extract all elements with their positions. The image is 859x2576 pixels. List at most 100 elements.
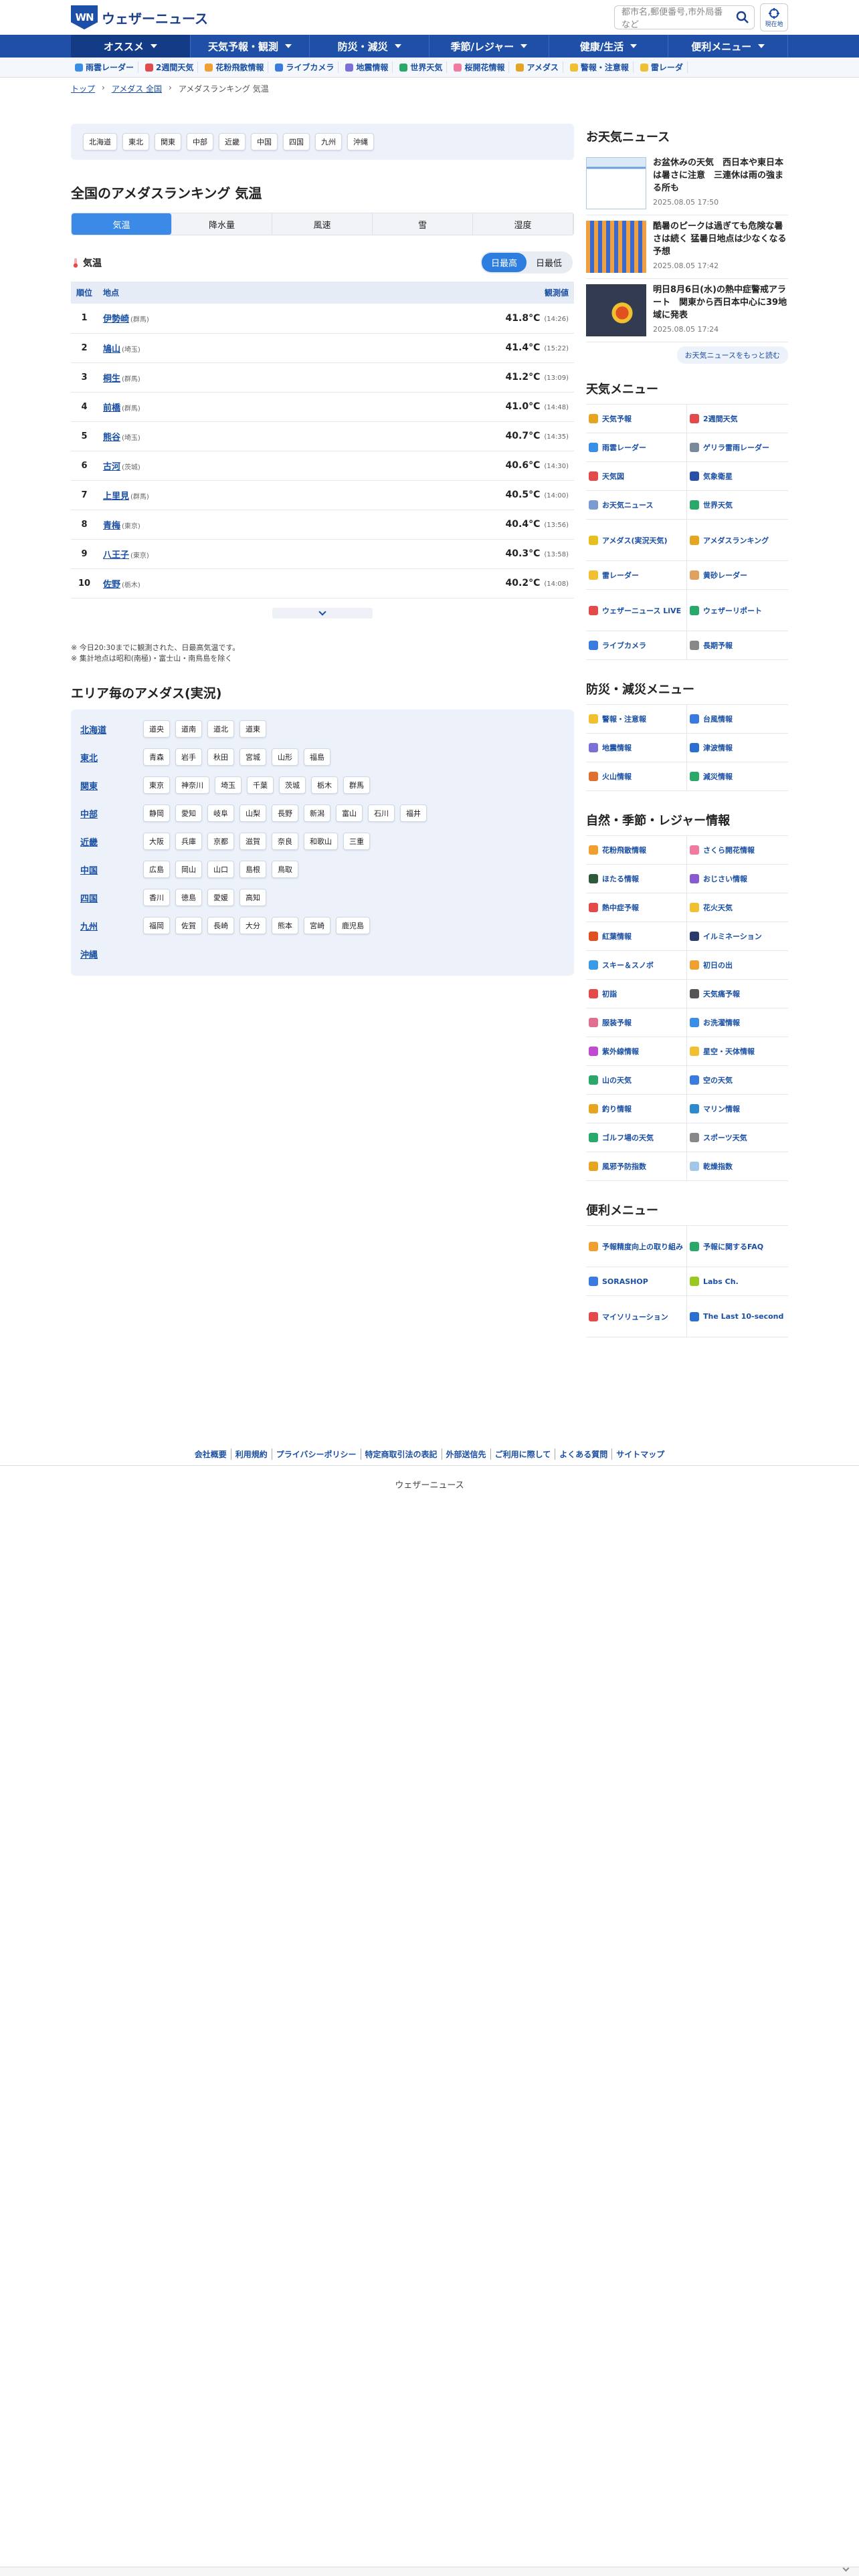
search-icon[interactable]: [733, 8, 752, 27]
menu-item[interactable]: 雨雲レーダー: [586, 433, 687, 462]
menu-item[interactable]: お天気ニュース: [586, 491, 687, 520]
prefecture-chip[interactable]: 道央: [143, 720, 170, 738]
region-chip[interactable]: 中部: [187, 133, 213, 150]
prefecture-chip[interactable]: 宮城: [240, 748, 266, 766]
prefecture-chip[interactable]: 新潟: [304, 804, 330, 822]
footer-link[interactable]: 利用規約: [231, 1448, 272, 1460]
prefecture-chip[interactable]: 神奈川: [175, 776, 209, 794]
menu-item[interactable]: お洗濯情報: [687, 1008, 788, 1037]
prefecture-chip[interactable]: 岡山: [175, 860, 202, 878]
prefecture-chip[interactable]: 三重: [343, 832, 370, 850]
prefecture-chip[interactable]: 岐阜: [207, 804, 234, 822]
prefecture-chip[interactable]: 大阪: [143, 832, 170, 850]
area-name[interactable]: 北海道: [80, 720, 143, 736]
area-name[interactable]: 九州: [80, 917, 143, 932]
footer-link[interactable]: プライバシーポリシー: [272, 1448, 361, 1460]
area-name[interactable]: 沖縄: [80, 945, 143, 960]
prefecture-chip[interactable]: 山口: [207, 860, 234, 878]
menu-item[interactable]: 2週間天気: [687, 405, 788, 433]
place-link[interactable]: 古河: [103, 462, 120, 472]
menu-item[interactable]: 世界天気: [687, 491, 788, 520]
breadcrumb-home[interactable]: トップ: [71, 83, 95, 94]
place-link[interactable]: 佐野: [103, 580, 120, 590]
prefecture-chip[interactable]: 和歌山: [304, 832, 338, 850]
prefecture-chip[interactable]: 道南: [175, 720, 202, 738]
footer-link[interactable]: 特定商取引法の表記: [361, 1448, 442, 1460]
region-chip[interactable]: 四国: [283, 133, 310, 150]
news-item[interactable]: 明日8月6日(水)の熱中症警戒アラート 関東から西日本中心に39地域に発表 202…: [586, 279, 788, 342]
menu-item[interactable]: 空の天気: [687, 1066, 788, 1095]
footer-link[interactable]: 会社概要: [191, 1448, 231, 1460]
quick-link[interactable]: 世界天気: [395, 62, 448, 73]
prefecture-chip[interactable]: 鹿児島: [336, 916, 370, 934]
quick-link[interactable]: 雷レーダ: [636, 62, 688, 73]
nav-item[interactable]: 健康/生活: [549, 35, 669, 58]
menu-item[interactable]: 雷レーダー: [586, 561, 687, 590]
prefecture-chip[interactable]: 栃木: [311, 776, 338, 794]
quick-link[interactable]: 桜開花情報: [450, 62, 510, 73]
menu-item[interactable]: 風邪予防指数: [586, 1152, 687, 1181]
place-link[interactable]: 八王子: [103, 550, 129, 560]
prefecture-chip[interactable]: 静岡: [143, 804, 170, 822]
nav-item[interactable]: オススメ: [71, 35, 191, 58]
place-link[interactable]: 鳩山: [103, 344, 120, 354]
menu-item[interactable]: 天気図: [586, 462, 687, 491]
prefecture-chip[interactable]: 京都: [207, 832, 234, 850]
region-chip[interactable]: 九州: [315, 133, 342, 150]
prefecture-chip[interactable]: 福島: [304, 748, 330, 766]
prefecture-chip[interactable]: 宮崎: [304, 916, 330, 934]
nav-item[interactable]: 天気予報・観測: [191, 35, 310, 58]
quick-link[interactable]: ライブカメラ: [271, 62, 339, 73]
region-chip[interactable]: 東北: [122, 133, 149, 150]
show-more-button[interactable]: [272, 607, 373, 619]
menu-item[interactable]: アメダスランキング: [687, 520, 788, 561]
menu-item[interactable]: 服装予報: [586, 1008, 687, 1037]
menu-item[interactable]: 乾燥指数: [687, 1152, 788, 1181]
quick-link[interactable]: 2週間天気: [141, 62, 199, 73]
prefecture-chip[interactable]: 大分: [240, 916, 266, 934]
daily-max-toggle[interactable]: 日最高: [481, 253, 527, 272]
place-link[interactable]: 前橋: [103, 403, 120, 413]
footer-link[interactable]: よくある質問: [555, 1448, 613, 1460]
tab-1[interactable]: 降水量: [172, 213, 272, 235]
news-item[interactable]: 酷暑のピークは過ぎても危険な暑さは続く 猛暑日地点は少なくなる予想 2025.08…: [586, 215, 788, 279]
prefecture-chip[interactable]: 福岡: [143, 916, 170, 934]
prefecture-chip[interactable]: 山形: [272, 748, 298, 766]
area-name[interactable]: 中国: [80, 861, 143, 876]
menu-item[interactable]: ウェザーリポート: [687, 590, 788, 631]
menu-item[interactable]: The Last 10-second: [687, 1296, 788, 1337]
menu-item[interactable]: マイソリューション: [586, 1296, 687, 1337]
prefecture-chip[interactable]: 長崎: [207, 916, 234, 934]
menu-item[interactable]: 予報に関するFAQ: [687, 1226, 788, 1267]
place-link[interactable]: 上里見: [103, 492, 129, 502]
prefecture-chip[interactable]: 福井: [400, 804, 427, 822]
menu-item[interactable]: 津波情報: [687, 734, 788, 762]
menu-item[interactable]: さくら開花情報: [687, 836, 788, 865]
menu-item[interactable]: ゴルフ場の天気: [586, 1123, 687, 1152]
footer-link[interactable]: ご利用に際して: [491, 1448, 556, 1460]
menu-item[interactable]: 紅葉情報: [586, 922, 687, 951]
prefecture-chip[interactable]: 千葉: [247, 776, 274, 794]
prefecture-chip[interactable]: 東京: [143, 776, 170, 794]
menu-item[interactable]: ウェザーニュース LiVE: [586, 590, 687, 631]
region-chip[interactable]: 関東: [155, 133, 181, 150]
prefecture-chip[interactable]: 滋賀: [240, 832, 266, 850]
place-link[interactable]: 熊谷: [103, 433, 120, 443]
menu-item[interactable]: 山の天気: [586, 1066, 687, 1095]
prefecture-chip[interactable]: 長野: [272, 804, 298, 822]
prefecture-chip[interactable]: 山梨: [240, 804, 266, 822]
area-name[interactable]: 四国: [80, 889, 143, 904]
menu-item[interactable]: スポーツ天気: [687, 1123, 788, 1152]
breadcrumb-amedas[interactable]: アメダス 全国: [112, 83, 162, 94]
area-name[interactable]: 近畿: [80, 833, 143, 848]
nav-item[interactable]: 便利メニュー: [668, 35, 789, 58]
menu-item[interactable]: ほたる情報: [586, 865, 687, 893]
prefecture-chip[interactable]: 香川: [143, 888, 170, 906]
menu-item[interactable]: 花火天気: [687, 893, 788, 922]
quick-link[interactable]: アメダス: [512, 62, 563, 73]
menu-item[interactable]: 花粉飛散情報: [586, 836, 687, 865]
prefecture-chip[interactable]: 岩手: [175, 748, 202, 766]
area-name[interactable]: 中部: [80, 804, 143, 820]
news-more-button[interactable]: お天気ニュースをもっと読む: [676, 346, 788, 364]
place-link[interactable]: 青梅: [103, 521, 120, 531]
